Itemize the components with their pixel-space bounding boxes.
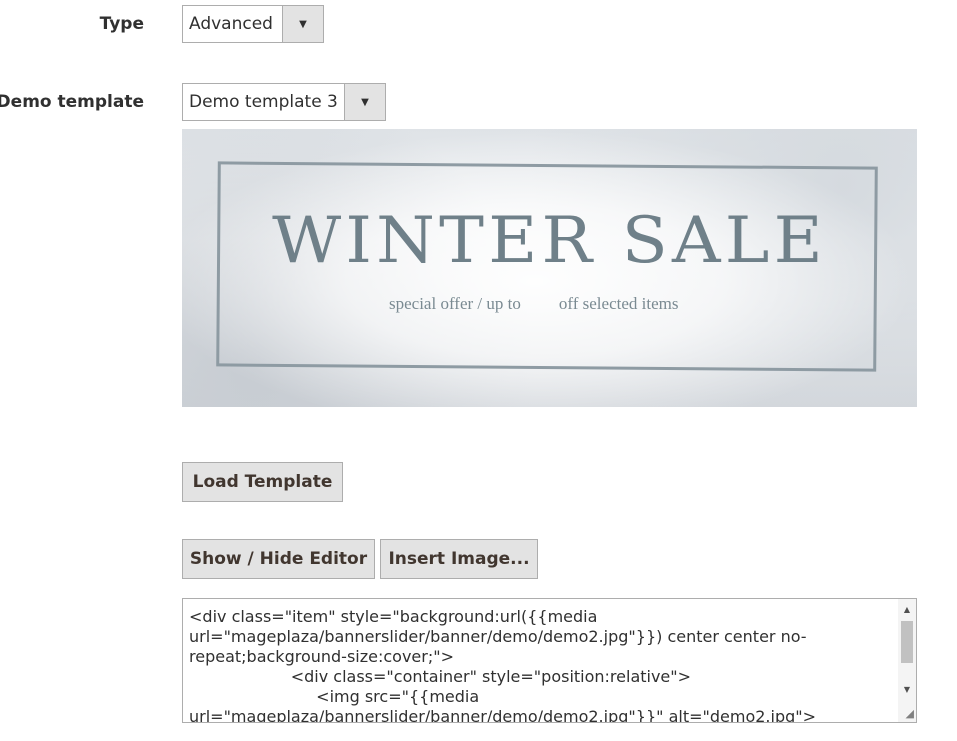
insert-image-button[interactable]: Insert Image...: [380, 539, 538, 579]
banner-subtitle-left: special offer / up to: [389, 294, 521, 313]
demo-template-preview-image: WINTER SALE special offer / up to off sel…: [182, 129, 917, 407]
scroll-up-icon[interactable]: ▲: [898, 601, 916, 617]
show-hide-editor-button[interactable]: Show / Hide Editor: [182, 539, 375, 579]
demo-template-label: Demo template: [0, 92, 144, 112]
type-select-value: Advanced: [189, 14, 273, 34]
demo-template-select[interactable]: Demo template 3 ▼: [182, 83, 386, 121]
type-select[interactable]: Advanced ▼: [182, 5, 324, 43]
banner-subtitle: special offer / up to off selected items: [389, 294, 678, 314]
banner-title: WINTER SALE: [272, 204, 827, 278]
chevron-down-icon[interactable]: ▼: [344, 84, 385, 120]
editor-content[interactable]: <div class="item" style="background:url(…: [189, 607, 892, 722]
type-label: Type: [99, 14, 144, 34]
editor-scrollbar[interactable]: ▲ ▼: [898, 599, 916, 722]
scroll-down-icon[interactable]: ▼: [898, 681, 916, 697]
content-editor-textarea[interactable]: <div class="item" style="background:url(…: [182, 598, 917, 723]
demo-template-select-value: Demo template 3: [189, 92, 338, 112]
chevron-down-icon[interactable]: ▼: [282, 6, 323, 42]
banner-subtitle-right: off selected items: [558, 294, 679, 313]
resize-grip-icon[interactable]: ◢: [902, 708, 914, 720]
load-template-button[interactable]: Load Template: [182, 462, 343, 502]
scrollbar-thumb[interactable]: [901, 621, 913, 663]
